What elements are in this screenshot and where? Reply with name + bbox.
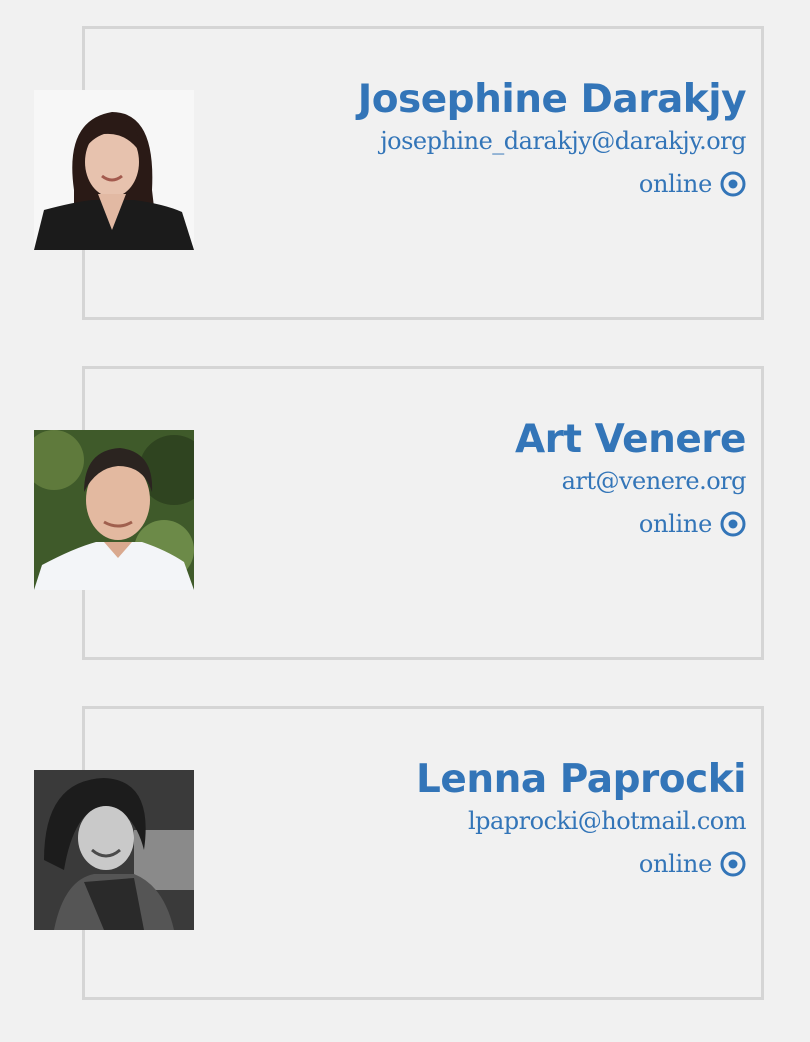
contact-email: josephine_darakjy@darakjy.org <box>380 127 746 155</box>
contact-email: lpaprocki@hotmail.com <box>467 807 747 835</box>
radio-dot-icon <box>720 511 746 537</box>
contact-card[interactable]: Josephine Darakjy josephine_darakjy@dara… <box>34 26 764 320</box>
status-indicator: online <box>358 169 746 199</box>
avatar <box>34 770 194 930</box>
status-label: online <box>638 510 712 538</box>
status-indicator: online <box>515 509 746 539</box>
avatar <box>34 90 194 250</box>
radio-dot-icon <box>720 851 746 877</box>
status-indicator: online <box>416 849 746 879</box>
contact-name: Josephine Darakjy <box>357 77 747 122</box>
contact-card[interactable]: Lenna Paprocki lpaprocki@hotmail.com onl… <box>34 706 764 1000</box>
contact-email: art@venere.org <box>561 467 747 495</box>
avatar <box>34 430 194 590</box>
contact-name: Lenna Paprocki <box>416 757 746 802</box>
contact-name: Art Venere <box>514 417 747 462</box>
status-label: online <box>638 170 712 198</box>
contact-card[interactable]: Art Venere art@venere.org online <box>34 366 764 660</box>
radio-dot-icon <box>720 171 746 197</box>
status-label: online <box>638 850 712 878</box>
